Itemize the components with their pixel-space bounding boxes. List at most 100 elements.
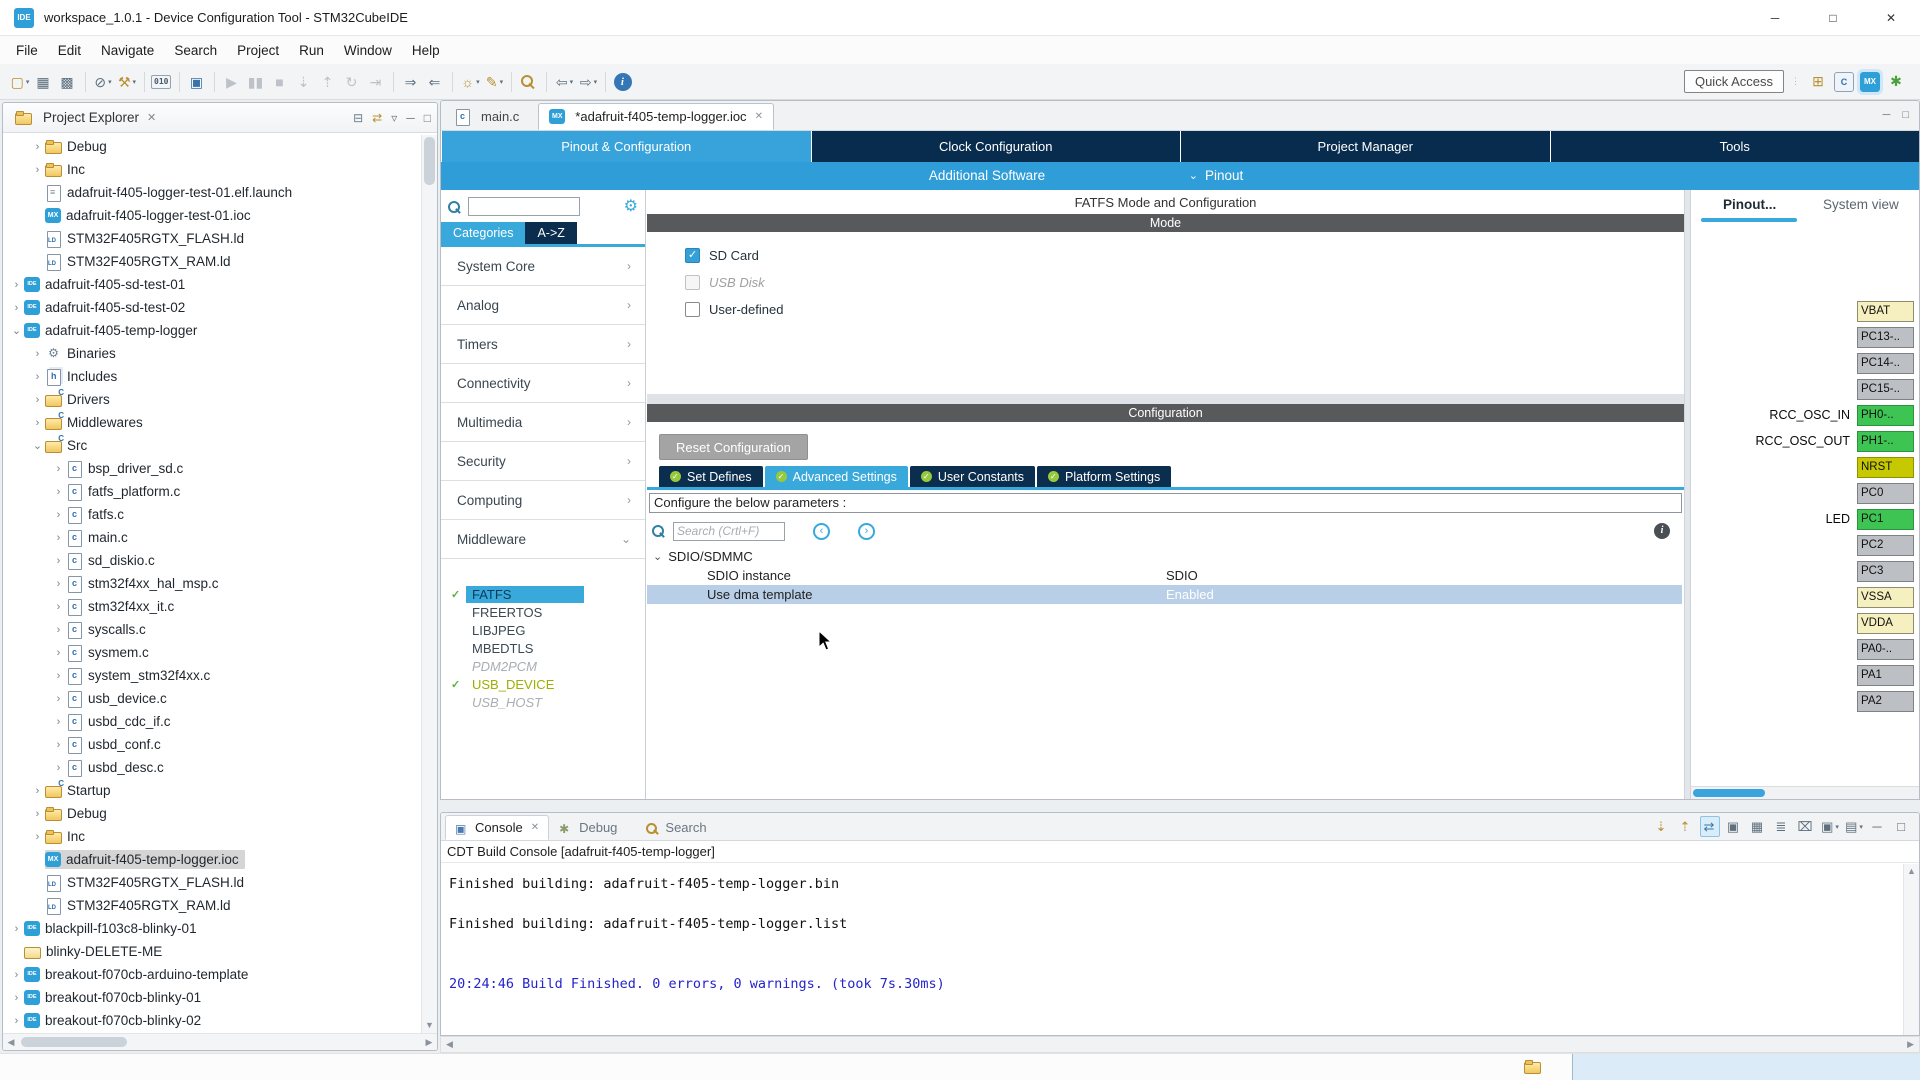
cubemx-top-tab[interactable]: Tools [1550,131,1920,162]
explorer-toolbar-icon[interactable]: ▿ [391,111,397,125]
mode-option[interactable]: SD Card [685,244,1684,266]
close-icon[interactable]: ✕ [147,111,156,124]
expander-icon[interactable]: › [9,302,24,314]
tree-item[interactable]: › main.c [3,526,421,549]
mode-option[interactable]: User-defined [685,298,1684,320]
toolbar-icon[interactable]: ⚒▾ [116,70,138,94]
tree-item[interactable]: › adafruit-f405-sd-test-01 [3,273,421,296]
scroll-up-arrow-icon[interactable]: ▲ [1904,866,1919,876]
expander-icon[interactable]: › [30,417,45,429]
tree-item[interactable]: › Drivers [3,388,421,411]
explorer-toolbar-icon[interactable]: □ [424,111,431,125]
expander-icon[interactable]: › [9,992,24,1004]
tree-item[interactable]: › fatfs.c [3,503,421,526]
toolbar-icon[interactable] [605,72,606,92]
toolbar-icon[interactable]: 010 [151,70,173,94]
category-item[interactable]: Middleware ⌄ [441,520,645,559]
pin[interactable]: PA1 [1857,665,1914,686]
cubemx-top-tab[interactable]: Project Manager [1180,131,1550,162]
tree-item[interactable]: › stm32f4xx_it.c [3,595,421,618]
tree-item[interactable]: › Debug [3,135,421,158]
toolbar-icon[interactable]: ⇦▾ [553,70,575,94]
tree-item[interactable]: › blackpill-f103c8-blinky-01 [3,917,421,940]
toolbar-icon[interactable]: ▦ [33,70,55,94]
toolbar-icon[interactable]: ✎▾ [483,70,505,94]
middleware-item[interactable]: ✓ USB_DEVICE [441,675,645,693]
console-tab[interactable]: Debug [549,815,635,840]
menu-item[interactable]: Help [402,36,450,64]
menu-item[interactable]: Window [334,36,402,64]
panel-splitter[interactable] [1684,190,1691,799]
toolbar-icon[interactable] [452,72,453,92]
expander-icon[interactable]: › [30,808,45,820]
tree-item[interactable]: › usbd_conf.c [3,733,421,756]
parameter-value[interactable]: Enabled [1166,587,1214,602]
pin[interactable]: VDDA [1857,613,1914,634]
middleware-item[interactable]: LIBJPEG [441,621,645,639]
expander-icon[interactable]: › [9,279,24,291]
scrollbar-thumb[interactable] [424,137,435,185]
tree-item[interactable]: › Includes [3,365,421,388]
window-control-button[interactable]: ─ [1746,0,1804,36]
configuration-tab[interactable]: User Constants [910,466,1035,487]
pin[interactable]: PC15-.. [1857,379,1914,400]
pin[interactable]: PH0-.. [1857,405,1914,426]
explorer-vertical-scrollbar[interactable]: ▼ [421,135,437,1033]
toolbar-icon[interactable]: ⊘▾ [92,70,114,94]
pin[interactable]: PC14-.. [1857,353,1914,374]
expander-icon[interactable]: › [51,509,66,521]
expander-icon[interactable]: › [30,371,45,383]
perspective-icon[interactable]: ✱ [1886,72,1906,92]
toolbar-icon[interactable] [614,73,632,91]
toolbar-icon[interactable]: ⇐ [424,70,446,94]
toolbar-icon[interactable]: ⇡ [317,70,339,94]
expander-icon[interactable]: › [51,463,66,475]
tree-item[interactable]: STM32F405RGTX_FLASH.ld [3,227,421,250]
toolbar-icon[interactable]: ⇣ [293,70,315,94]
console-toolbar-icon[interactable]: ≣ [1772,816,1792,837]
category-item[interactable]: Analog › [441,286,645,325]
expander-icon[interactable]: › [30,785,45,797]
next-match-icon[interactable]: › [858,523,875,540]
pin[interactable]: PA2 [1857,691,1914,712]
expander-icon[interactable]: › [30,394,45,406]
tree-item[interactable]: ⌄ adafruit-f405-temp-logger [3,319,421,342]
toolbar-icon[interactable]: ⇒ [400,70,422,94]
console-toolbar-icon[interactable]: ⇡ [1676,816,1696,837]
perspective-icon[interactable]: C [1834,72,1854,92]
taskbar-folder-icon[interactable] [1524,1059,1541,1074]
explorer-horizontal-scrollbar[interactable]: ◀ ▶ [3,1033,437,1050]
pin[interactable]: PC1 [1857,509,1914,530]
menu-item[interactable]: Project [227,36,289,64]
window-control-button[interactable]: □ [1804,0,1862,36]
toolbar-icon[interactable] [214,72,215,92]
menu-item[interactable]: Edit [48,36,91,64]
tree-item[interactable]: › Startup [3,779,421,802]
toolbar-icon[interactable]: ⇥ [365,70,387,94]
console-toolbar-icon[interactable]: ▣▾ [1820,816,1840,837]
tree-item[interactable]: › Inc [3,158,421,181]
perspective-icon[interactable]: MX [1860,72,1880,92]
console-toolbar-icon[interactable]: ⇣ [1652,816,1672,837]
tree-item[interactable]: › usb_device.c [3,687,421,710]
expander-icon[interactable]: › [51,670,66,682]
checkbox[interactable] [685,275,700,290]
mode-option[interactable]: USB Disk [685,271,1684,293]
tab-system-view[interactable]: System view [1823,197,1899,212]
tree-item[interactable]: › fatfs_platform.c [3,480,421,503]
info-icon[interactable]: i [1654,523,1670,539]
editor-bar-icon[interactable]: ─ [1883,109,1891,121]
console-tab[interactable]: Console ✕ [445,815,549,840]
expander-icon[interactable]: › [9,1015,24,1027]
parameters-search-input[interactable] [673,522,785,541]
toolbar-icon[interactable] [546,72,547,92]
expander-icon[interactable]: › [51,555,66,567]
scrollbar-thumb[interactable] [21,1037,127,1047]
reset-configuration-button[interactable]: Reset Configuration [659,434,808,460]
tree-item[interactable]: › Inc [3,825,421,848]
category-item[interactable]: Timers › [441,325,645,364]
categories-search-input[interactable] [468,197,580,216]
console-toolbar-icon[interactable]: ▤▾ [1844,816,1864,837]
checkbox[interactable] [685,248,700,263]
gear-icon[interactable]: ⚙ [624,199,638,215]
